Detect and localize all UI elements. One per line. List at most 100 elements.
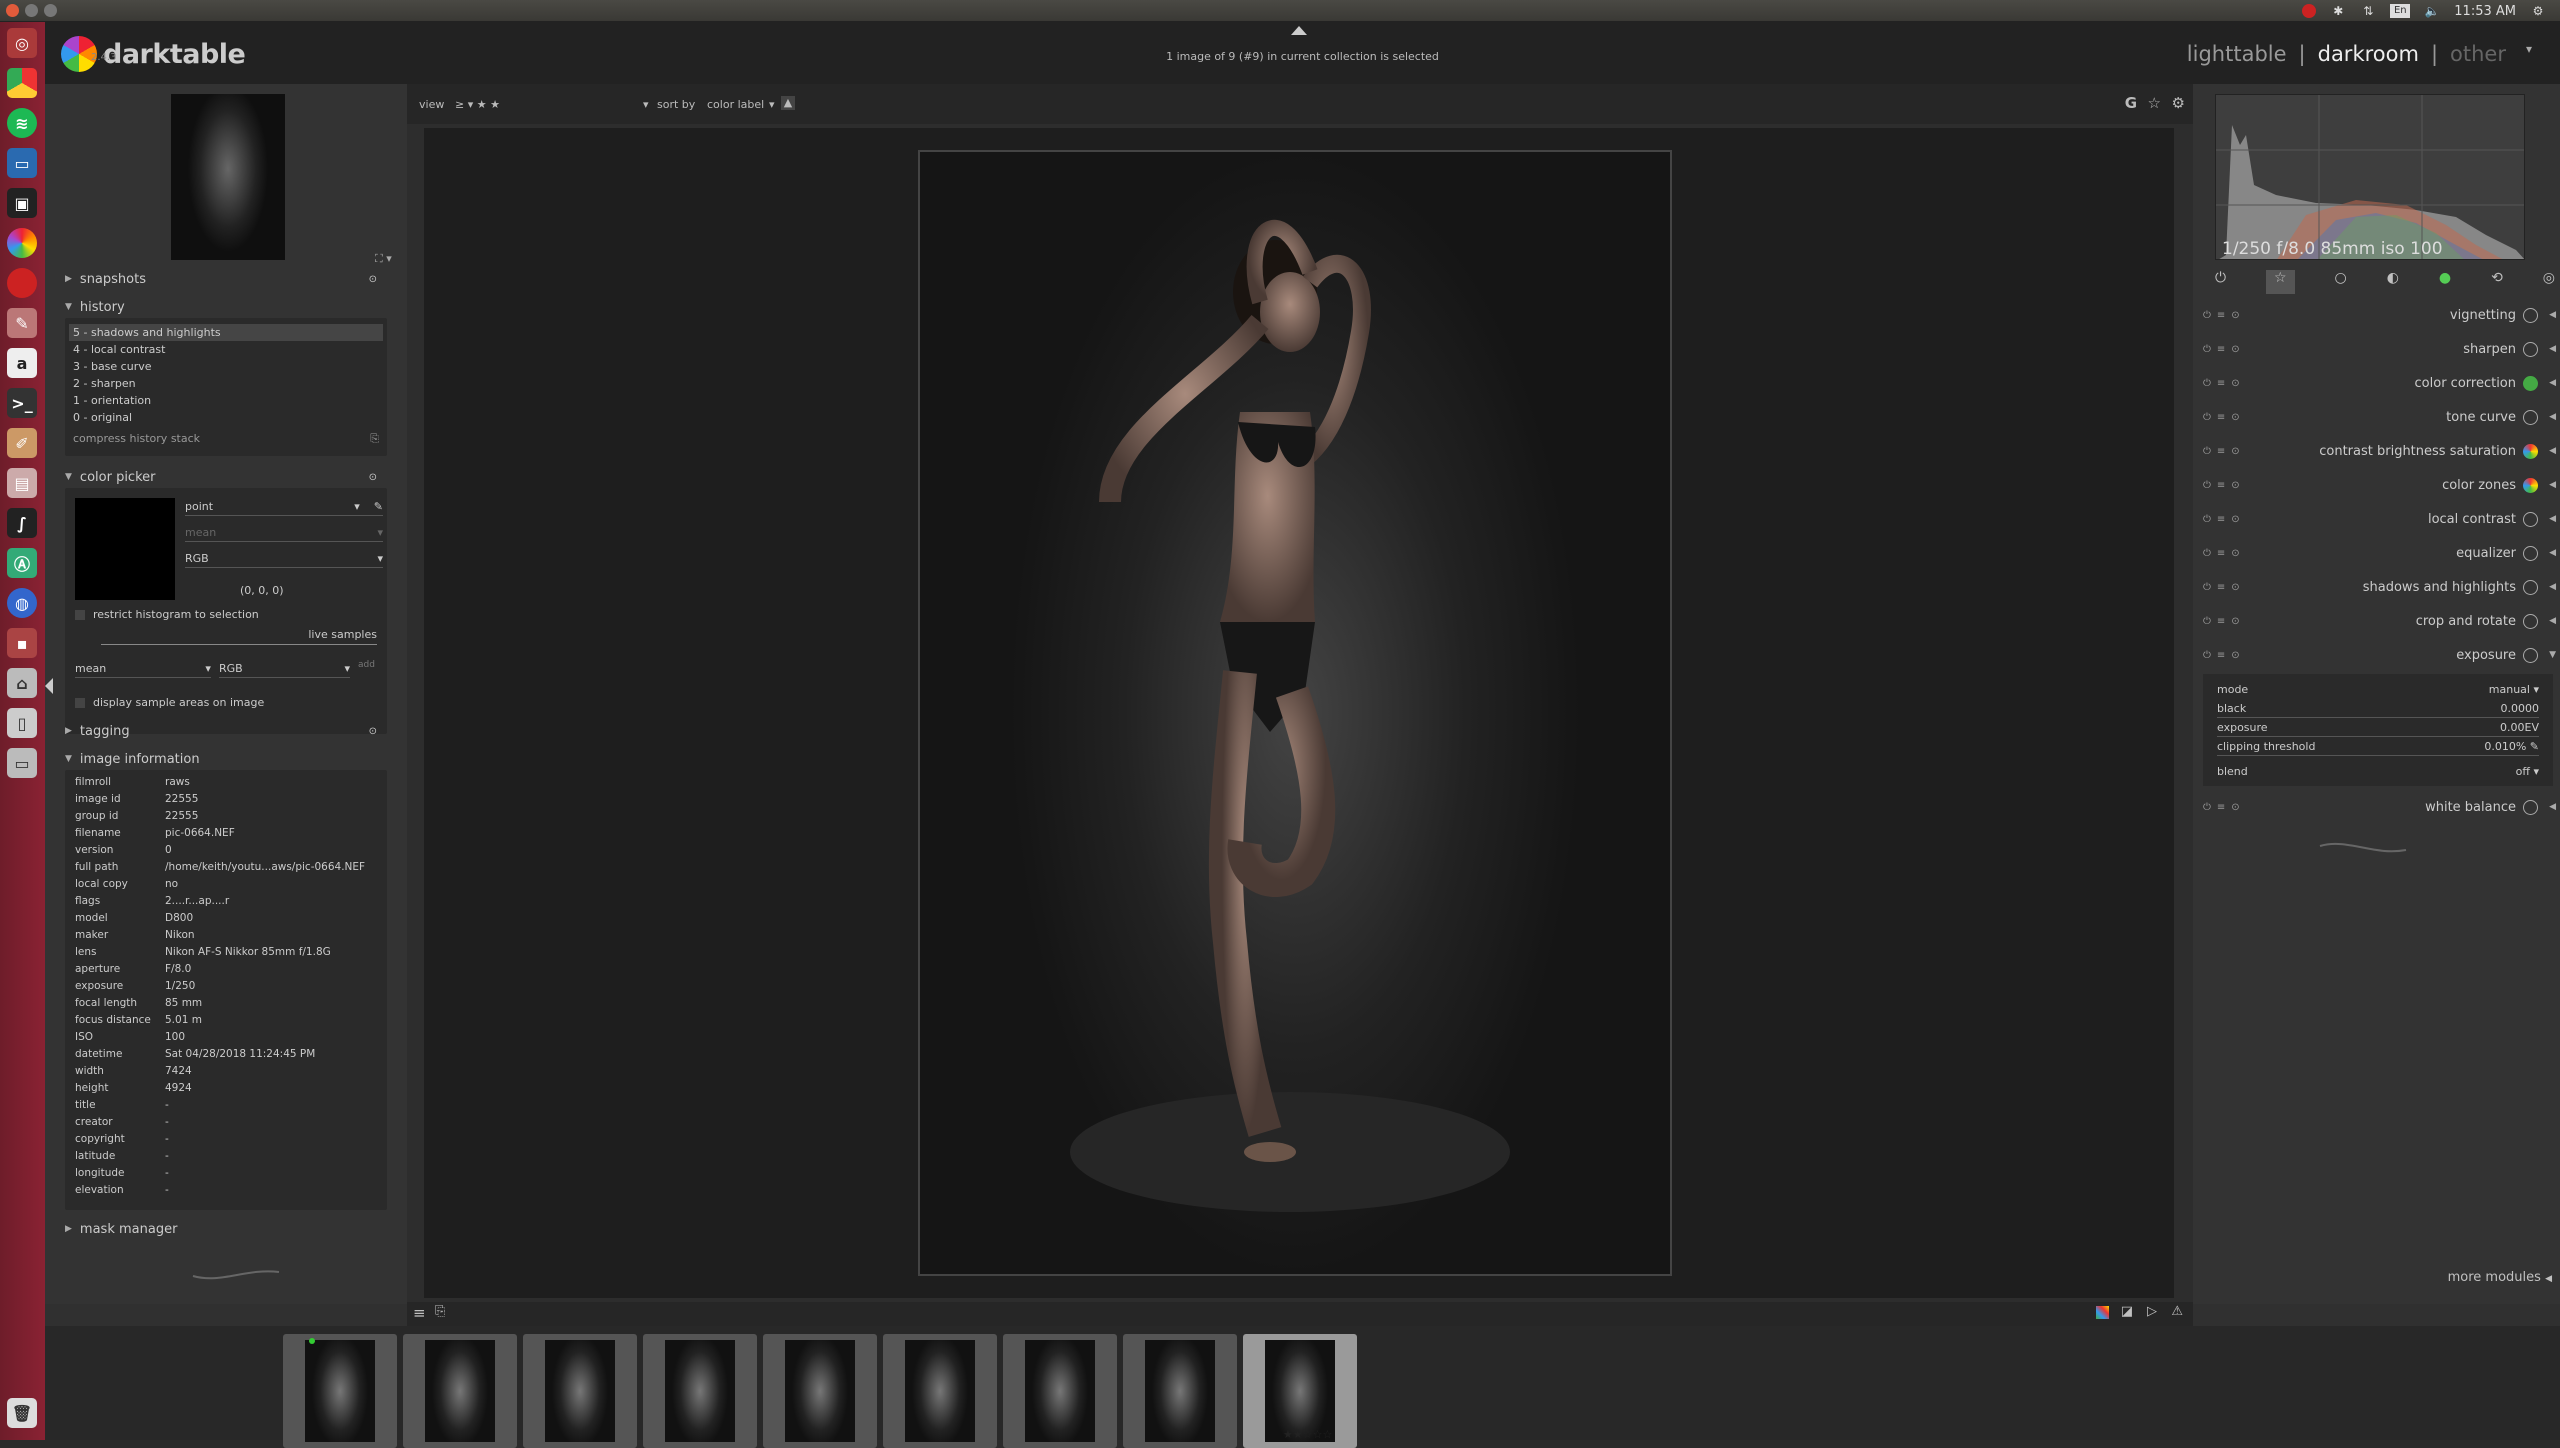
module-expand-icon[interactable]: ◀ — [2549, 446, 2556, 456]
image-canvas[interactable] — [424, 128, 2174, 1298]
module-controls-icon[interactable]: ⏻≡⊙ — [2203, 378, 2246, 389]
view-other[interactable]: other — [2450, 42, 2506, 66]
gamut-check-icon[interactable]: ◪ — [2121, 1304, 2133, 1319]
software-center-icon[interactable]: Ⓐ — [7, 548, 37, 578]
module-equalizer[interactable]: ⏻≡⊙ equalizer ◀ — [2193, 536, 2560, 570]
color-group-icon[interactable]: ● — [2439, 270, 2451, 294]
minimize-window-button[interactable] — [25, 4, 38, 17]
module-controls-icon[interactable]: ⏻≡⊙ — [2203, 446, 2246, 457]
module-contrast-brightness-saturation[interactable]: ⏻≡⊙ contrast brightness saturation ◀ — [2193, 434, 2560, 468]
view-lighttable[interactable]: lighttable — [2187, 42, 2287, 66]
sample-statistic-select[interactable]: mean ▾ — [75, 660, 211, 678]
control-icon[interactable]: ▾ — [2533, 765, 2539, 778]
edited-photo[interactable] — [918, 150, 1672, 1276]
styles-icon[interactable]: ⎘ — [435, 1304, 445, 1319]
filmstrip-thumbnail[interactable] — [763, 1334, 877, 1448]
history-header[interactable]: ▼ history — [65, 296, 407, 318]
darktable-icon[interactable] — [7, 228, 37, 258]
chevron-down-icon[interactable]: ▾ — [643, 98, 649, 111]
picker-statistic-select[interactable]: mean ▾ — [185, 524, 383, 542]
image-information-header[interactable]: ▼ image information — [65, 748, 407, 770]
module-expand-icon[interactable]: ◀ — [2549, 514, 2556, 524]
filmstrip-thumbnail[interactable] — [1003, 1334, 1117, 1448]
filmstrip-thumbnail[interactable] — [403, 1334, 517, 1448]
drive-icon[interactable]: ⌂ — [7, 668, 37, 698]
control-icon[interactable]: ▾ — [2533, 683, 2539, 696]
favorites-group-icon[interactable]: ☆ — [2266, 270, 2295, 294]
editor-app-icon[interactable]: ✐ — [7, 428, 37, 458]
star-icon[interactable]: ☆ — [2148, 94, 2161, 112]
add-sample-button[interactable]: add — [358, 660, 375, 678]
module-controls-icon[interactable]: ⏻≡⊙ — [2203, 616, 2246, 627]
histogram[interactable]: 1/250 f/8.0 85mm iso 100 — [2215, 94, 2525, 260]
module-expand-icon[interactable]: ◀ — [2549, 412, 2556, 422]
module-sharpen[interactable]: ⏻≡⊙ sharpen ◀ — [2193, 332, 2560, 366]
network-icon[interactable]: ⇅ — [2360, 4, 2376, 18]
restrict-histogram-checkbox[interactable] — [75, 609, 85, 620]
module-expand-icon[interactable]: ◀ — [2549, 310, 2556, 320]
more-modules-button[interactable]: more modules ◀ — [2448, 1270, 2552, 1285]
reset-icon[interactable]: ⊙ — [369, 274, 377, 285]
warning-icon[interactable]: ⚠ — [2171, 1304, 2183, 1319]
clock[interactable]: 11:53 AM — [2454, 4, 2516, 19]
rating-filter[interactable]: ≥ ▾ ★ ★ — [455, 98, 500, 111]
module-controls-icon[interactable]: ⏻≡⊙ — [2203, 802, 2246, 813]
sort-field-select[interactable]: color label — [707, 98, 764, 111]
inkscape-icon[interactable]: ∫ — [7, 508, 37, 538]
record-app-icon[interactable] — [7, 268, 37, 298]
module-expand-icon[interactable]: ◀ — [2549, 378, 2556, 388]
spotify-icon[interactable]: ≋ — [7, 108, 37, 138]
history-item[interactable]: 2 - sharpen — [69, 375, 383, 392]
sample-model-select[interactable]: RGB ▾ — [218, 660, 351, 678]
chevron-down-icon[interactable]: ▾ — [769, 98, 775, 111]
create-style-icon[interactable]: ⎘ — [370, 432, 379, 446]
browser-icon[interactable]: ◍ — [7, 588, 37, 618]
collapse-top-arrow-icon[interactable] — [1291, 26, 1307, 35]
slider-track[interactable] — [2217, 755, 2539, 756]
exposure-mode-control[interactable]: mode manual ▾ — [2203, 680, 2553, 699]
video-app-icon[interactable]: ▣ — [7, 188, 37, 218]
history-item[interactable]: 5 - shadows and highlights — [69, 324, 383, 341]
tagging-header[interactable]: ▶ tagging ⊙ — [65, 720, 407, 742]
picker-mode-select[interactable]: point ▾ ✎ — [185, 498, 383, 516]
module-color-correction[interactable]: ⏻≡⊙ color correction ◀ — [2193, 366, 2560, 400]
module-local-contrast[interactable]: ⏻≡⊙ local contrast ◀ — [2193, 502, 2560, 536]
terminal-icon[interactable]: >_ — [7, 388, 37, 418]
screen-app-icon[interactable]: ▭ — [7, 148, 37, 178]
zoom-icon[interactable]: ⛶ ▾ — [375, 252, 392, 266]
filmstrip-thumbnail[interactable] — [883, 1334, 997, 1448]
sort-direction-icon[interactable]: ▲ — [781, 96, 795, 110]
color-picker-header[interactable]: ▼ color picker ⊙ — [65, 466, 407, 488]
trash-icon[interactable]: 🗑 — [7, 1398, 37, 1428]
mask-manager-header[interactable]: ▶ mask manager — [65, 1218, 407, 1240]
compress-history-button[interactable]: compress history stack — [73, 432, 200, 446]
preferences-gear-icon[interactable]: ⚙ — [2172, 94, 2185, 112]
module-controls-icon[interactable]: ⏻≡⊙ — [2203, 514, 2246, 525]
keyboard-layout-indicator[interactable]: En — [2390, 4, 2411, 18]
module-expand-icon[interactable]: ◀ — [2549, 582, 2556, 592]
filmstrip-thumbnail[interactable] — [643, 1334, 757, 1448]
left-panel-toggle-icon[interactable] — [45, 678, 53, 694]
drive-icon[interactable]: ▭ — [7, 748, 37, 778]
module-crop-and-rotate[interactable]: ⏻≡⊙ crop and rotate ◀ — [2193, 604, 2560, 638]
module-expand-icon[interactable]: ▼ — [2549, 650, 2556, 660]
module-controls-icon[interactable]: ⏻≡⊙ — [2203, 650, 2246, 661]
module-shadows-and-highlights[interactable]: ⏻≡⊙ shadows and highlights ◀ — [2193, 570, 2560, 604]
module-expand-icon[interactable]: ◀ — [2549, 616, 2556, 626]
effect-group-icon[interactable]: ◎ — [2543, 270, 2555, 294]
filmstrip-thumbnail[interactable] — [283, 1334, 397, 1448]
tone-group-icon[interactable]: ◐ — [2387, 270, 2399, 294]
basic-group-icon[interactable]: ○ — [2335, 270, 2347, 294]
bluetooth-icon[interactable]: ✱ — [2330, 4, 2346, 18]
exposure-clipping-control[interactable]: clipping threshold 0.010% ✎ — [2203, 737, 2553, 756]
color-assessment-icon[interactable]: ▷ — [2147, 1304, 2157, 1319]
module-controls-icon[interactable]: ⏻≡⊙ — [2203, 344, 2246, 355]
history-item[interactable]: 3 - base curve — [69, 358, 383, 375]
menu-icon[interactable]: ≡ — [413, 1304, 426, 1322]
launcher-app-icon[interactable]: ◎ — [7, 28, 37, 58]
module-expand-icon[interactable]: ◀ — [2549, 344, 2556, 354]
app-icon[interactable]: ▪ — [7, 628, 37, 658]
picker-color-model-select[interactable]: RGB ▾ — [185, 550, 383, 568]
history-item[interactable]: 1 - orientation — [69, 392, 383, 409]
history-item[interactable]: 4 - local contrast — [69, 341, 383, 358]
